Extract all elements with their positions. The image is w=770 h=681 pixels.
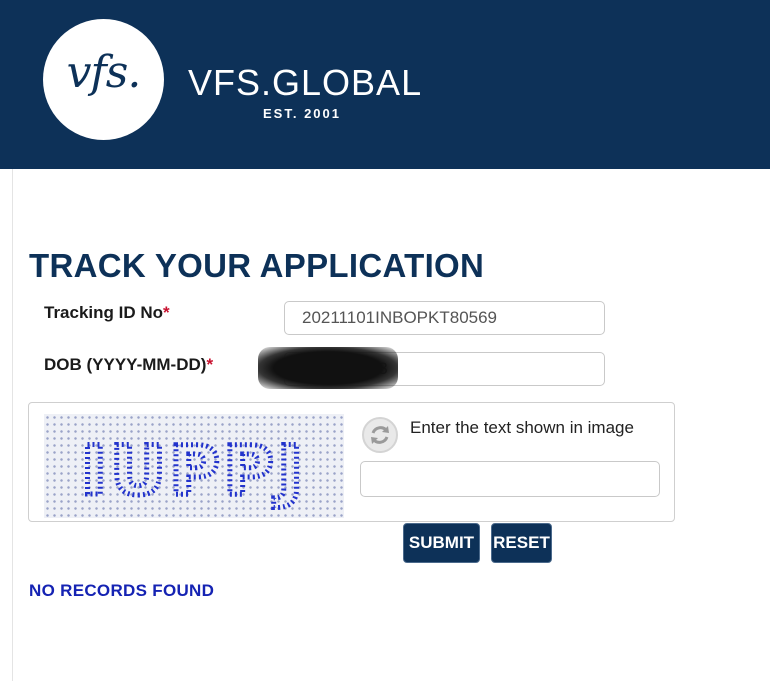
vfs-logo-mark: vfs. [66,47,142,98]
required-asterisk: * [206,355,214,374]
status-message: NO RECORDS FOUND [29,581,215,600]
refresh-icon[interactable] [362,417,398,453]
left-border [12,169,13,681]
brand-tagline: EST. 2001 [263,106,341,121]
tracking-id-input[interactable] [284,301,605,335]
reset-button[interactable]: RESET [491,523,552,563]
tracking-id-label: Tracking ID No* [44,303,170,323]
captcha-input[interactable] [360,461,660,497]
vfs-logo[interactable]: vfs. [43,19,164,140]
captcha-glyphs: IUPPJ [81,432,307,511]
required-asterisk: * [163,303,170,322]
redaction-scribble [258,347,398,389]
captcha-text-graphic: IUPPJ [79,430,307,514]
captcha-hint: Enter the text shown in image [410,418,634,437]
captcha-image: IUPPJ [44,414,344,518]
tracking-id-label-text: Tracking ID No [44,303,164,322]
dob-label-text: DOB (YYYY-MM-DD) [44,355,207,374]
site-header: vfs. VFS.GLOBAL EST. 2001 [0,0,770,169]
brand-name: VFS.GLOBAL [188,62,423,103]
page-title: TRACK YOUR APPLICATION [29,247,485,284]
dob-label: DOB (YYYY-MM-DD)* [44,355,213,375]
submit-button[interactable]: SUBMIT [403,523,480,563]
captcha-panel: IUPPJ Enter the text shown in image [28,402,675,522]
